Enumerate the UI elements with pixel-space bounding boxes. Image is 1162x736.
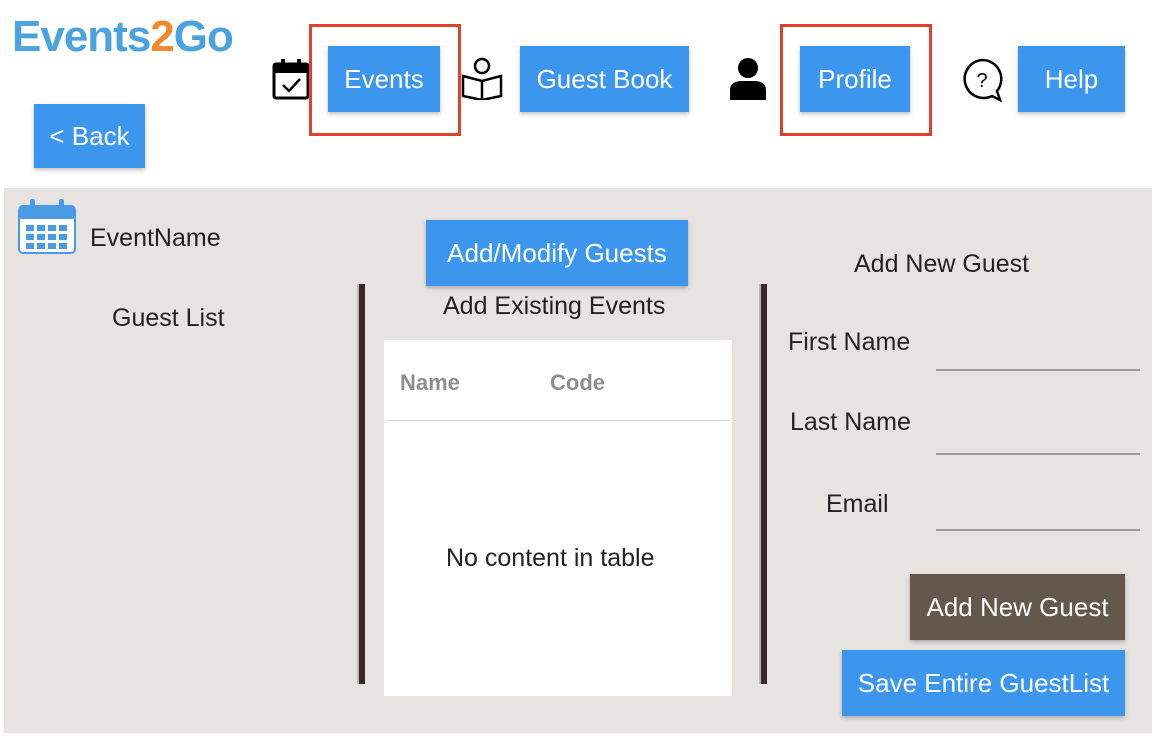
add-existing-events-title: Add Existing Events (443, 292, 666, 320)
reader-book-icon (460, 56, 504, 102)
back-button[interactable]: < Back (34, 104, 145, 168)
last-name-label: Last Name (790, 408, 911, 436)
last-name-underline (936, 453, 1140, 455)
calendar-check-icon (272, 58, 312, 102)
help-nav-button[interactable]: Help (1018, 46, 1125, 112)
guest-list-title: Guest List (112, 304, 225, 332)
events-nav-button[interactable]: Events (328, 46, 440, 112)
event-name-label: EventName (90, 224, 221, 252)
logo-text-events: Events (12, 12, 151, 61)
email-underline (936, 529, 1140, 531)
table-header-name[interactable]: Name (400, 370, 460, 396)
table-empty-message: No content in table (446, 544, 655, 572)
help-question-icon: ? (960, 58, 1004, 103)
table-header-code[interactable]: Code (550, 370, 605, 396)
event-calendar-icon (18, 198, 76, 254)
first-name-field[interactable] (936, 330, 1144, 368)
first-name-underline (936, 369, 1140, 371)
svg-text:?: ? (976, 70, 987, 92)
profile-nav-button[interactable]: Profile (800, 46, 910, 112)
add-new-guest-title: Add New Guest (854, 250, 1030, 278)
first-name-label: First Name (788, 328, 911, 356)
table-header-divider (386, 420, 730, 421)
left-divider (357, 284, 365, 684)
logo-text-2: 2 (150, 12, 175, 61)
last-name-field[interactable] (936, 414, 1144, 452)
guestbook-nav-button[interactable]: Guest Book (520, 46, 689, 112)
person-icon (728, 56, 768, 100)
email-field[interactable] (936, 490, 1144, 528)
logo-text-go: Go (173, 12, 234, 61)
add-new-guest-button[interactable]: Add New Guest (910, 574, 1125, 640)
app-logo: Events2Go (12, 10, 234, 64)
email-label: Email (826, 490, 889, 518)
save-guestlist-button[interactable]: Save Entire GuestList (842, 650, 1125, 716)
add-modify-guests-button[interactable]: Add/Modify Guests (426, 220, 688, 286)
right-divider (759, 284, 767, 684)
